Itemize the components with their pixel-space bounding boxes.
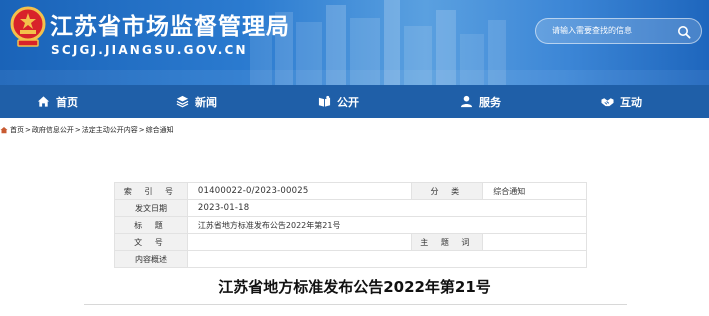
site-domain: SCJGJ.JIANGSU.GOV.CN bbox=[51, 43, 248, 57]
category-label: 分 类 bbox=[411, 182, 484, 200]
nav-item-label: 新闻 bbox=[195, 95, 217, 109]
nav-item-interaction[interactable]: 互动 bbox=[601, 85, 642, 118]
table-row: 内容概述 bbox=[114, 250, 588, 268]
doc-number-label: 文 号 bbox=[114, 233, 188, 251]
main-nav: 首页 新闻 公开 服务 互动 bbox=[0, 85, 709, 118]
summary-label: 内容概述 bbox=[114, 250, 188, 268]
breadcrumb-link-statutory[interactable]: 法定主动公开内容 bbox=[82, 125, 138, 135]
breadcrumb-link-notice[interactable]: 综合通知 bbox=[146, 125, 174, 135]
nav-item-open[interactable]: 公开 bbox=[318, 85, 359, 118]
home-icon bbox=[0, 127, 8, 134]
national-emblem-icon bbox=[10, 6, 46, 47]
category-value: 综合通知 bbox=[482, 182, 587, 200]
breadcrumb: 首页 > 政府信息公开 > 法定主动公开内容 > 综合通知 bbox=[0, 124, 174, 136]
breadcrumb-separator: > bbox=[138, 126, 145, 134]
date-value: 2023-01-18 bbox=[186, 199, 588, 217]
table-row: 索 引 号 01400022-0/2023-00025 分 类 综合通知 bbox=[114, 182, 587, 200]
table-row: 文 号 主 题 词 bbox=[114, 233, 587, 251]
subject-value bbox=[482, 233, 587, 251]
nav-item-label: 互动 bbox=[620, 95, 642, 109]
breadcrumb-separator: > bbox=[74, 126, 81, 134]
home-icon bbox=[37, 96, 50, 107]
layers-icon bbox=[176, 95, 189, 108]
title-label: 标 题 bbox=[114, 216, 188, 234]
nav-item-label: 服务 bbox=[479, 95, 501, 109]
index-value: 01400022-0/2023-00025 bbox=[186, 182, 413, 200]
doc-number-value bbox=[186, 233, 413, 251]
subject-label: 主 题 词 bbox=[411, 233, 484, 251]
title-value: 江苏省地方标准发布公告2022年第21号 bbox=[186, 216, 588, 234]
breadcrumb-separator: > bbox=[25, 126, 31, 134]
summary-value bbox=[186, 250, 588, 268]
breadcrumb-link-home[interactable]: 首页 bbox=[10, 125, 24, 135]
search-placeholder: 请输入需要查找的信息 bbox=[552, 26, 632, 35]
table-row: 发文日期 2023-01-18 bbox=[114, 199, 588, 217]
date-label: 发文日期 bbox=[114, 199, 188, 217]
search-icon[interactable] bbox=[677, 25, 691, 39]
nav-item-service[interactable]: 服务 bbox=[460, 85, 501, 118]
site-header: 江苏省市场监督管理局 SCJGJ.JIANGSU.GOV.CN 请输入需要查找的… bbox=[0, 0, 709, 85]
document-meta-table: 索 引 号 01400022-0/2023-00025 分 类 综合通知 发文日… bbox=[114, 182, 588, 268]
index-label: 索 引 号 bbox=[114, 182, 188, 200]
handshake-icon bbox=[601, 98, 614, 107]
document-title: 江苏省地方标准发布公告2022年第21号 bbox=[218, 278, 491, 296]
nav-item-label: 公开 bbox=[337, 95, 359, 109]
search-input[interactable]: 请输入需要查找的信息 bbox=[535, 18, 702, 44]
site-title: 江苏省市场监督管理局 bbox=[50, 14, 290, 40]
open-book-icon bbox=[318, 95, 331, 107]
divider bbox=[84, 304, 627, 305]
table-row: 标 题 江苏省地方标准发布公告2022年第21号 bbox=[114, 216, 588, 234]
nav-item-label: 首页 bbox=[56, 95, 78, 109]
nav-item-home[interactable]: 首页 bbox=[37, 85, 78, 118]
user-icon bbox=[460, 95, 473, 108]
breadcrumb-link-gov-info[interactable]: 政府信息公开 bbox=[32, 125, 74, 135]
nav-item-news[interactable]: 新闻 bbox=[176, 85, 217, 118]
